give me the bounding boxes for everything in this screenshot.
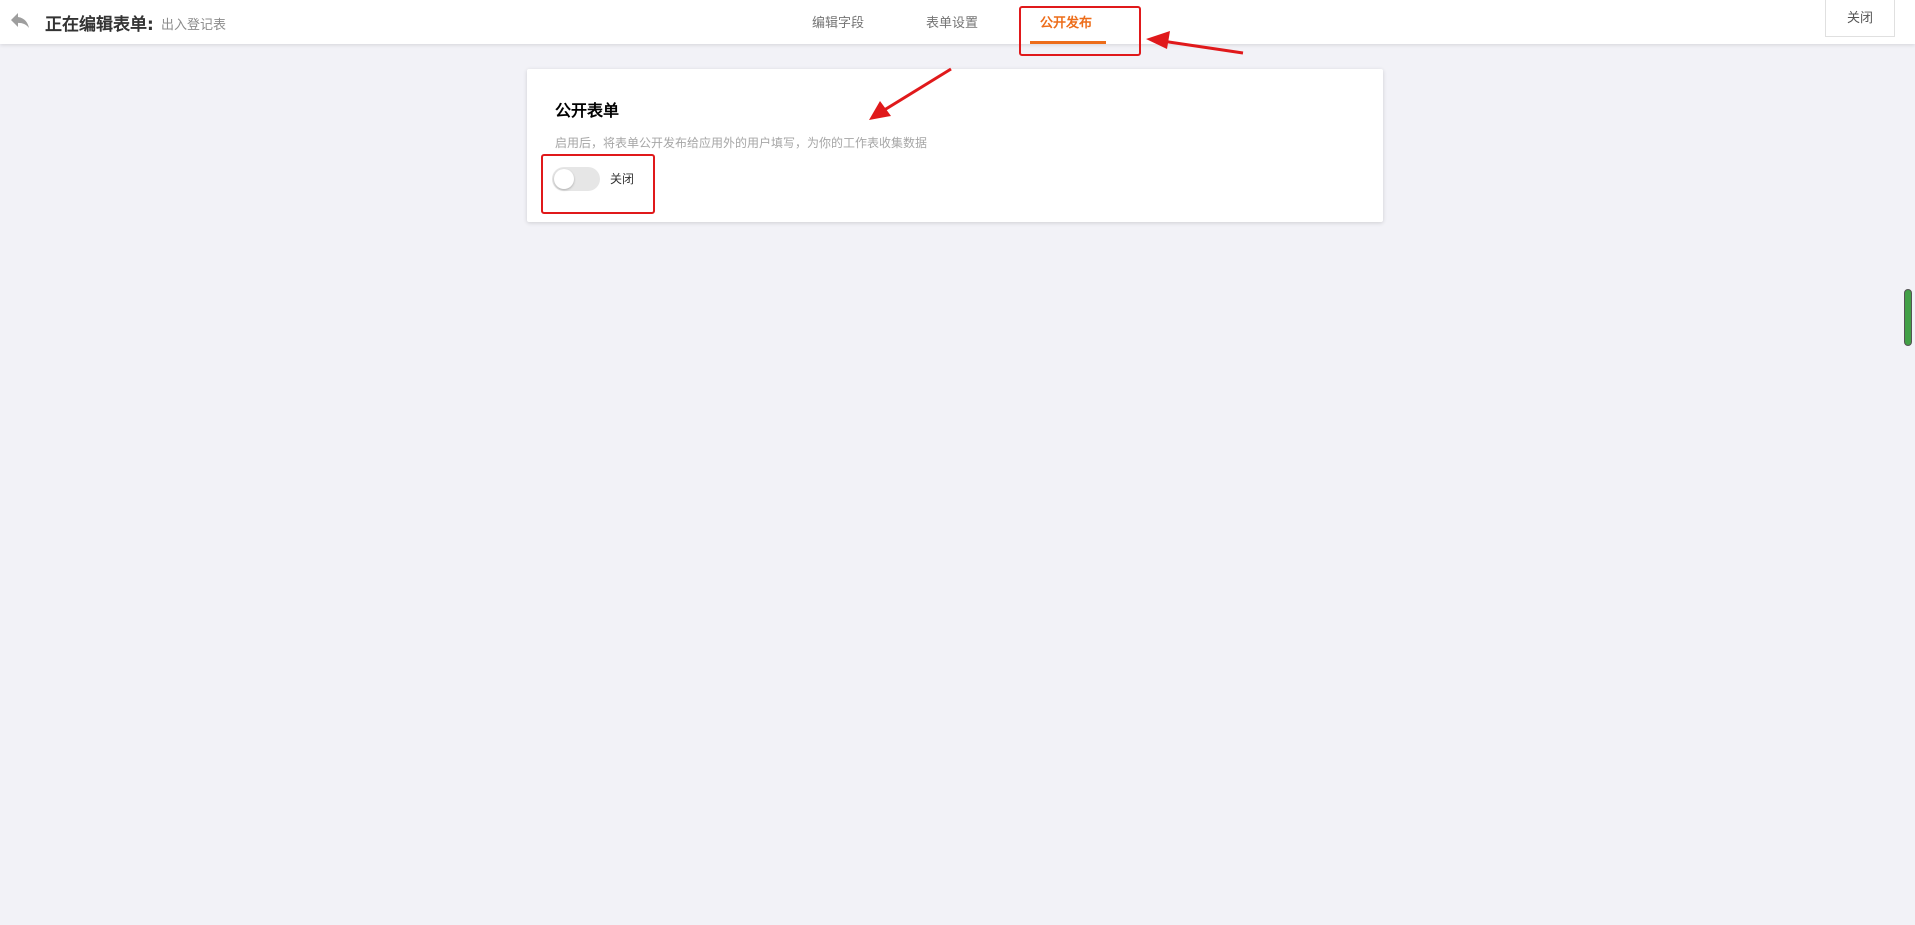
public-form-card: 公开表单 启用后，将表单公开发布给应用外的用户填写，为你的工作表收集数据 关闭 <box>527 69 1383 222</box>
close-button[interactable]: 关闭 <box>1825 0 1895 37</box>
scrollbar-thumb[interactable] <box>1904 289 1912 346</box>
card-description: 启用后，将表单公开发布给应用外的用户填写，为你的工作表收集数据 <box>555 136 928 150</box>
active-tab-indicator <box>1030 41 1106 44</box>
public-form-toggle[interactable] <box>552 167 600 191</box>
toggle-knob <box>554 169 574 189</box>
reply-arrow-icon <box>11 13 29 28</box>
form-name: 出入登记表 <box>161 18 227 33</box>
back-button[interactable] <box>8 8 32 32</box>
tab-public-publish[interactable]: 公开发布 <box>1040 12 1092 31</box>
page-title: 正在编辑表单: <box>45 15 154 35</box>
tab-edit-fields[interactable]: 编辑字段 <box>812 12 864 31</box>
card-title: 公开表单 <box>555 101 620 120</box>
top-bar: 正在编辑表单: 出入登记表 编辑字段 表单设置 公开发布 关闭 <box>0 0 1915 44</box>
toggle-state-label: 关闭 <box>610 172 635 186</box>
tab-form-settings[interactable]: 表单设置 <box>926 12 978 31</box>
